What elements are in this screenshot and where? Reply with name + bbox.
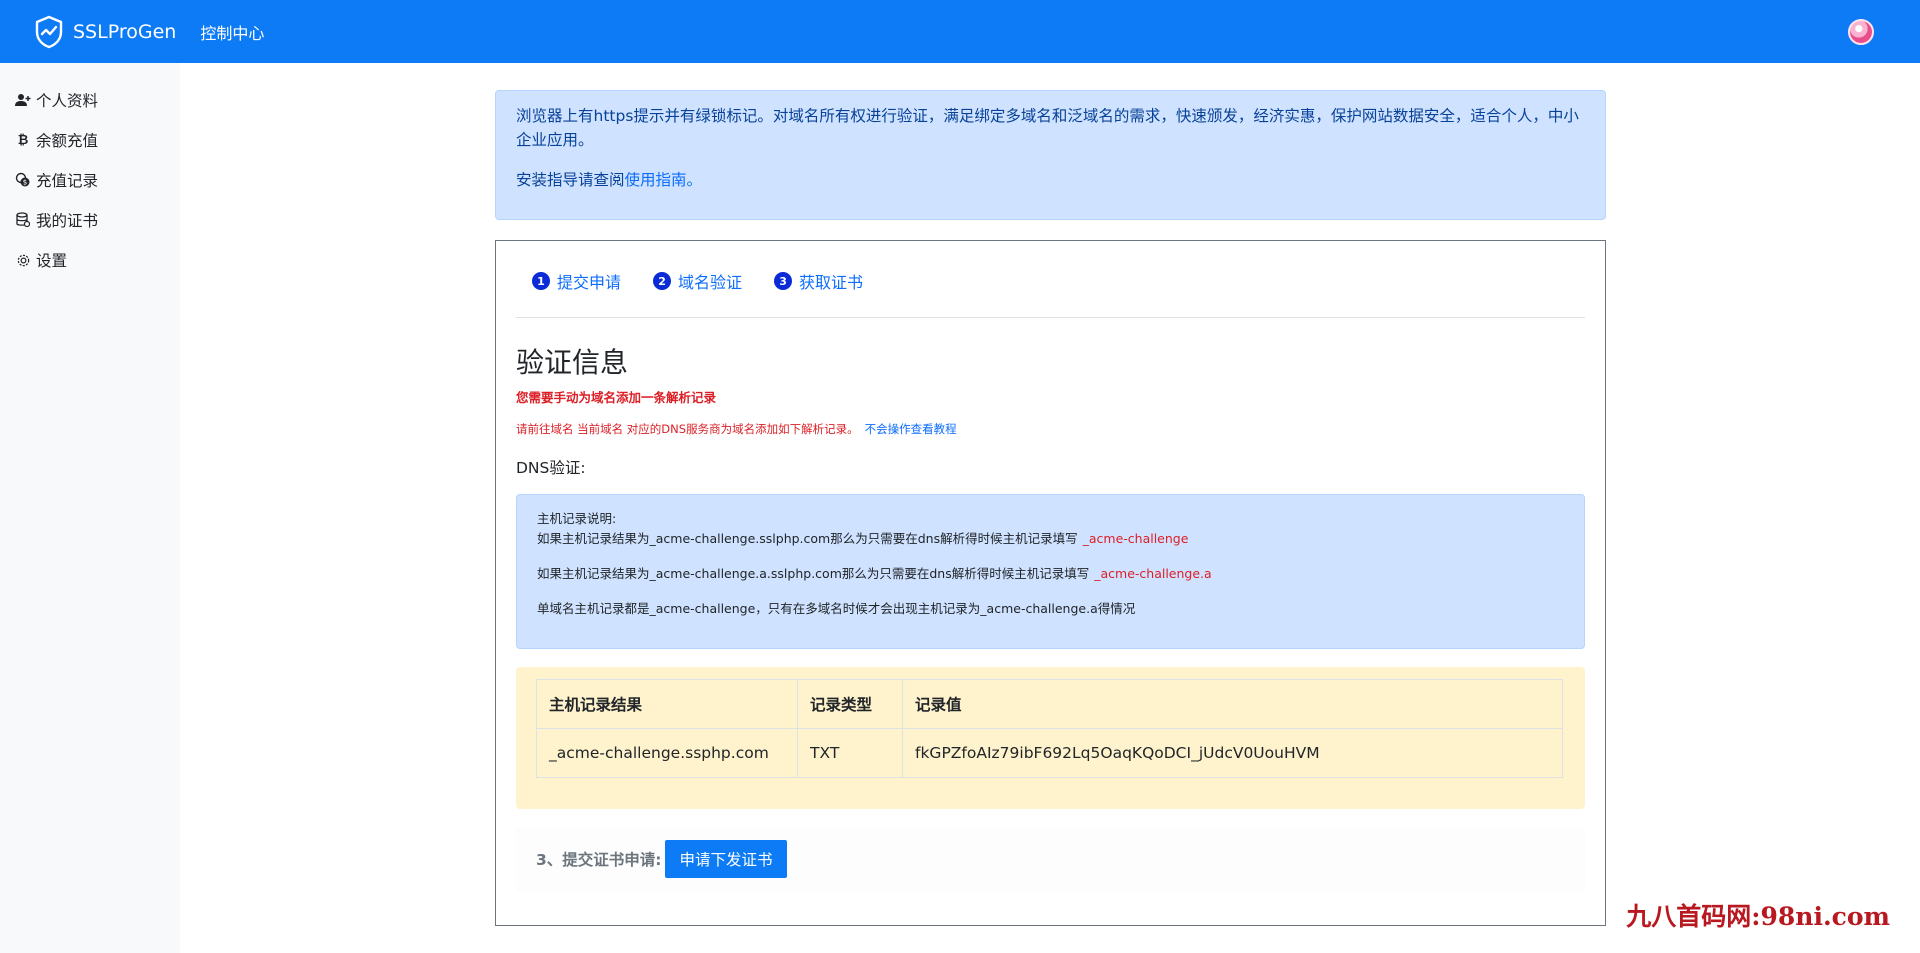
intro-text: 浏览器上有https提示并有绿锁标记。对域名所有权进行验证，满足绑定多域名和泛域… [516, 107, 1579, 149]
host-note-line: 如果主机记录结果为_acme-challenge.a.sslphp.com那么为… [537, 566, 1212, 581]
dns-verification-label: DNS验证: [516, 459, 586, 477]
sidebar-item-label: 设置 [36, 252, 68, 270]
brand[interactable]: SSLProGen [34, 15, 176, 49]
submit-row: 3、提交证书申请: 申请下发证书 [516, 827, 1585, 891]
host-value: _acme-challenge [1082, 531, 1189, 546]
issue-certificate-button[interactable]: 申请下发证书 [665, 840, 787, 878]
intro-alert: 浏览器上有https提示并有绿锁标记。对域名所有权进行验证，满足绑定多域名和泛域… [495, 90, 1606, 220]
tutorial-link[interactable]: 不会操作查看教程 [865, 422, 957, 436]
record-value-cell[interactable]: fkGPZfoAIz79ibF692Lq5OaqKQoDCI_jUdcV0Uou… [902, 728, 1563, 778]
shield-logo-icon [35, 15, 63, 48]
guide-line: 安装指导请查阅使用指南。 [516, 168, 1585, 192]
avatar[interactable] [1848, 19, 1874, 45]
step-number: 1 [532, 272, 550, 290]
sidebar-item-label: 我的证书 [36, 212, 99, 230]
sidebar-item-label: 余额充值 [36, 132, 99, 150]
step-domain-verification[interactable]: 2 域名验证 [653, 269, 742, 293]
step-get-certificate[interactable]: 3 获取证书 [774, 269, 863, 293]
verification-card: 1 提交申请 2 域名验证 3 获取证书 验证信息 您需要手动为域名添加一条解析… [495, 240, 1606, 926]
dns-instruction-text: 请前往域名 当前域名 对应的DNS服务商为域名添加如下解析记录。 [516, 422, 859, 436]
column-header: 主机记录结果 [536, 679, 798, 729]
coins-icon: $ [15, 172, 31, 188]
sidebar: 个人资料 ₿ 余额充值 $ 充值记录 我的证书 设置 [0, 63, 180, 953]
host-value: _acme-challenge.a [1094, 566, 1212, 581]
sidebar-item-label: 充值记录 [36, 172, 99, 190]
record-type-cell[interactable]: TXT [797, 728, 903, 778]
host-record-note: 主机记录说明: 如果主机记录结果为_acme-challenge.sslphp.… [516, 494, 1585, 649]
step-tabs: 1 提交申请 2 域名验证 3 获取证书 [532, 269, 895, 293]
dns-record-table: 主机记录结果 记录类型 记录值 _acme-challenge.ssphp.co… [536, 679, 1563, 778]
sidebar-item-label: 个人资料 [36, 92, 99, 110]
dns-instruction: 请前往域名 当前域名 对应的DNS服务商为域名添加如下解析记录。 不会操作查看教程 [516, 421, 957, 437]
host-note-title: 主机记录说明: [537, 511, 617, 526]
sidebar-item-recharge-history[interactable]: $ 充值记录 [0, 160, 180, 200]
sidebar-item-my-certificates[interactable]: 我的证书 [0, 200, 180, 240]
step-label: 提交申请 [557, 273, 622, 292]
nav-control-center[interactable]: 控制中心 [200, 20, 264, 44]
guide-prefix: 安装指导请查阅 [516, 171, 625, 189]
guide-link[interactable]: 使用指南。 [625, 171, 703, 189]
bitcoin-icon: ₿ [17, 133, 29, 148]
column-header: 记录类型 [797, 679, 903, 729]
brand-name: SSLProGen [73, 20, 177, 43]
host-record-cell[interactable]: _acme-challenge.ssphp.com [536, 728, 798, 778]
top-navbar: SSLProGen 控制中心 [0, 0, 1920, 63]
record-table-container: 主机记录结果 记录类型 记录值 _acme-challenge.ssphp.co… [516, 667, 1585, 809]
svg-text:$: $ [23, 179, 27, 187]
step-number: 2 [653, 272, 672, 290]
submit-label: 3、提交证书申请: [536, 851, 662, 869]
step-label: 域名验证 [678, 273, 743, 292]
step-label: 获取证书 [799, 273, 864, 292]
step-number: 3 [774, 272, 793, 290]
table-row: _acme-challenge.ssphp.com TXT fkGPZfoAIz… [536, 728, 1563, 778]
table-header-row: 主机记录结果 记录类型 记录值 [536, 679, 1563, 729]
page-title: 验证信息 [516, 346, 629, 379]
watermark: 九八首码网:98ni.com [1626, 902, 1890, 931]
host-note-line: 如果主机记录结果为_acme-challenge.sslphp.com那么为只需… [537, 531, 1189, 546]
database-icon [15, 212, 31, 228]
sidebar-item-settings[interactable]: 设置 [0, 240, 180, 280]
step-submit-application[interactable]: 1 提交申请 [532, 269, 621, 293]
column-header: 记录值 [902, 679, 1563, 729]
user-plus-icon [15, 92, 31, 108]
sidebar-item-recharge[interactable]: ₿ 余额充值 [0, 120, 180, 160]
divider [516, 317, 1585, 318]
gear-icon [15, 252, 31, 268]
manual-record-warning: 您需要手动为域名添加一条解析记录 [516, 390, 717, 405]
host-note-line: 单域名主机记录都是_acme-challenge，只有在多域名时候才会出现主机记… [537, 601, 1136, 616]
sidebar-item-profile[interactable]: 个人资料 [0, 80, 180, 120]
